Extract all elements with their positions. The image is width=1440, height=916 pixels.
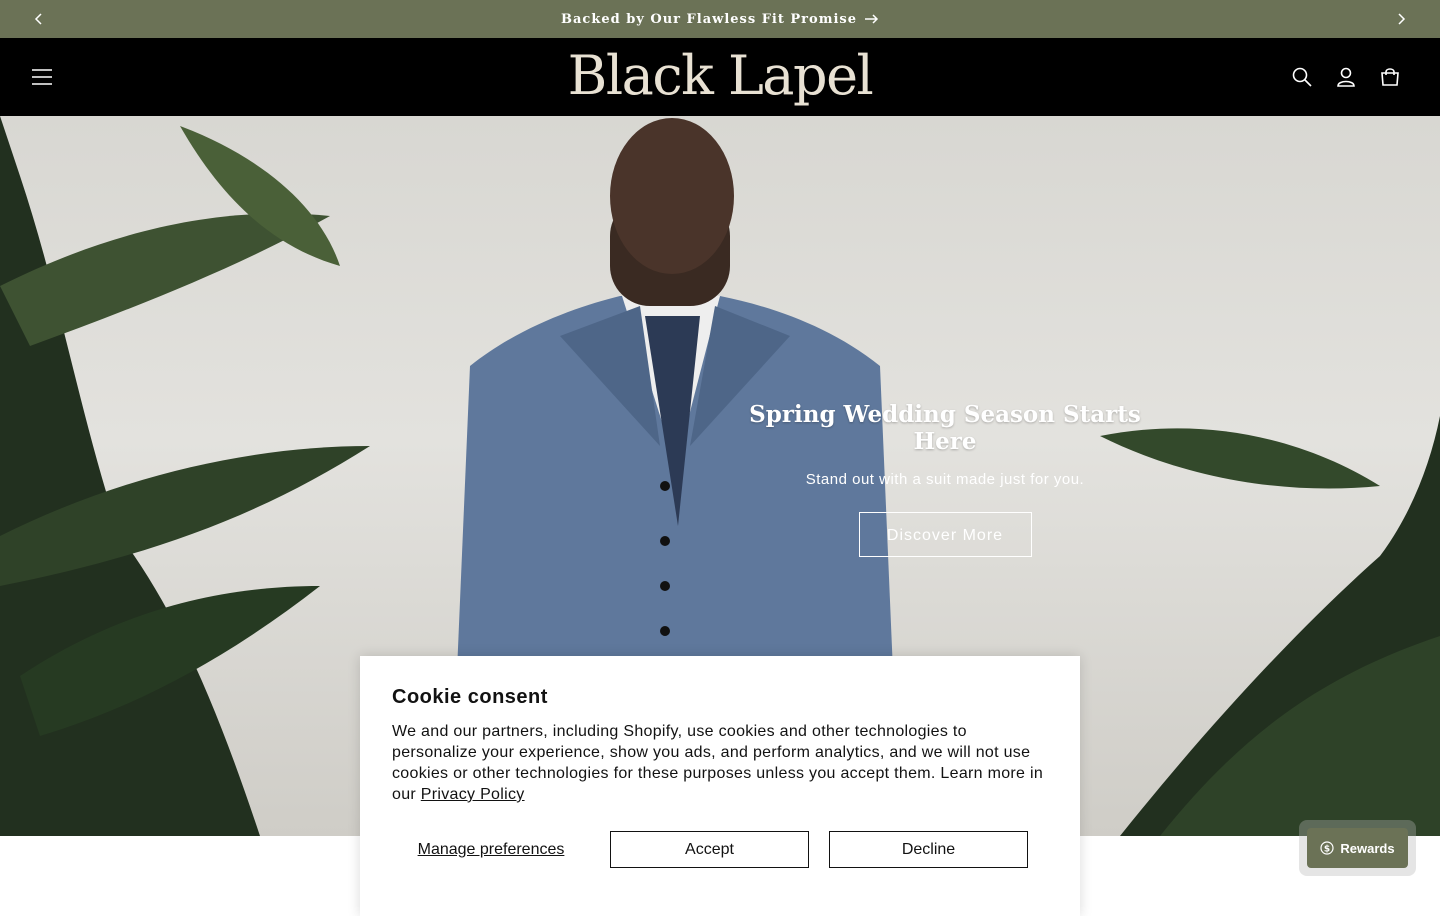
site-logo[interactable]: Black Lapel — [0, 44, 1440, 108]
rewards-button[interactable]: $ Rewards — [1307, 828, 1408, 868]
announcement-prev-button[interactable] — [20, 0, 58, 38]
arrow-right-icon — [864, 14, 879, 24]
hero-title: Spring Wedding Season Starts Here — [749, 401, 1141, 455]
rewards-launcher: $ Rewards — [1299, 820, 1416, 876]
account-button[interactable] — [1326, 58, 1366, 96]
cookie-body: We and our partners, including Shopify, … — [392, 721, 1048, 805]
account-icon — [1337, 67, 1355, 87]
accept-button[interactable]: Accept — [610, 831, 809, 868]
svg-text:$: $ — [1324, 845, 1330, 855]
cookie-consent-banner: Cookie consent We and our partners, incl… — [360, 656, 1080, 916]
search-icon — [1292, 67, 1312, 87]
privacy-policy-link[interactable]: Privacy Policy — [421, 786, 525, 803]
discover-more-button[interactable]: Discover More — [858, 512, 1032, 557]
announcement-bar: Backed by Our Flawless Fit Promise — [0, 0, 1440, 38]
search-button[interactable] — [1282, 58, 1322, 96]
hero-subtitle: Stand out with a suit made just for you. — [805, 471, 1085, 488]
site-header: Black Lapel — [0, 38, 1440, 116]
announcement-text: Backed by Our Flawless Fit Promise — [561, 11, 857, 27]
chevron-right-icon — [1398, 13, 1406, 25]
decline-button[interactable]: Decline — [829, 831, 1028, 868]
cart-icon — [1381, 68, 1399, 86]
announcement-next-button[interactable] — [1382, 0, 1420, 38]
announcement-link[interactable]: Backed by Our Flawless Fit Promise — [561, 12, 879, 27]
manage-preferences-button[interactable]: Manage preferences — [392, 831, 590, 868]
rewards-icon: $ — [1320, 841, 1334, 855]
hero-content: Spring Wedding Season Starts Here Stand … — [745, 401, 1145, 557]
cookie-title: Cookie consent — [392, 686, 548, 708]
cookie-actions: Manage preferences Accept Decline — [392, 831, 1048, 868]
chevron-left-icon — [34, 13, 42, 25]
cart-button[interactable] — [1370, 58, 1410, 96]
rewards-label: Rewards — [1340, 840, 1395, 856]
